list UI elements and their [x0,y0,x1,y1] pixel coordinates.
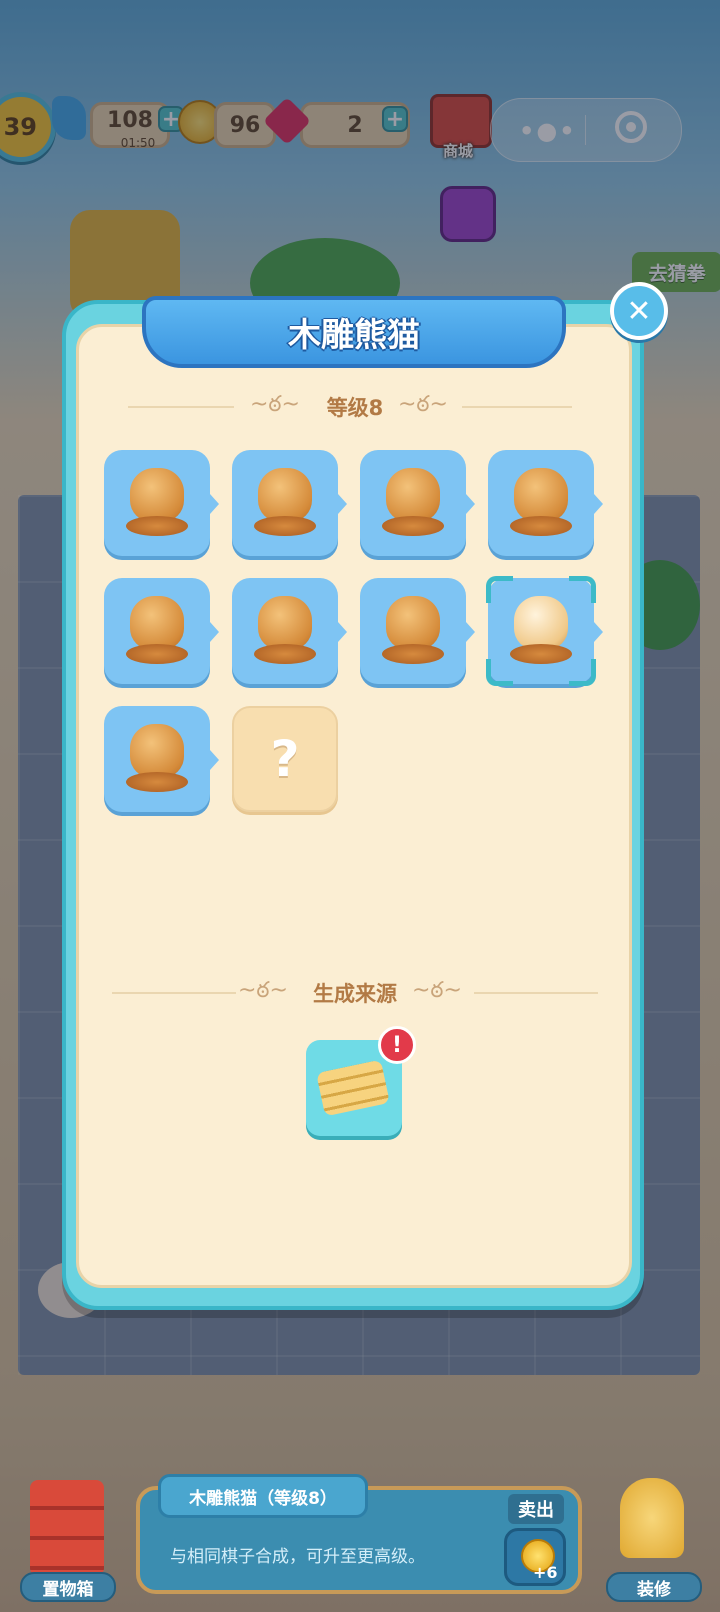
statue-base [126,516,188,536]
item-frog-statue[interactable] [104,450,219,556]
pig-statue-icon [514,468,568,522]
frog-statue-icon [130,468,184,522]
item-monkey-statue[interactable] [104,578,219,684]
level-heading: 等级8 [326,396,384,420]
storage-box-icon[interactable] [30,1480,104,1576]
statue-base [254,644,316,664]
divider-right [462,406,572,408]
panda-statue-icon [514,596,568,650]
swirl-ornament-right: ~ఠ~ [412,978,462,1003]
cat-statue-icon [258,468,312,522]
item-capybara-statue[interactable] [104,706,219,812]
divider-right [474,992,598,994]
statue-base [126,644,188,664]
item-panda-statue-selected[interactable] [486,576,603,686]
storage-label[interactable]: 置物箱 [20,1572,116,1602]
close-icon: ✕ [626,293,652,329]
modal-title: 木雕熊猫 [142,296,566,368]
divider-left [128,406,234,408]
selection-corner [486,576,513,603]
item-dolphin-statue[interactable] [232,578,347,684]
capybara-statue-icon [130,724,184,778]
statue-base [126,772,188,792]
swirl-ornament-left: ~ఠ~ [238,978,288,1003]
decorate-icon[interactable] [620,1478,684,1558]
item-name-tab: 木雕熊猫（等级8） [158,1474,368,1518]
wood-planks-icon [316,1059,390,1117]
item-pangolin-statue[interactable] [360,578,475,684]
question-mark-icon: ? [270,730,300,788]
monkey-statue-icon [130,596,184,650]
fox-statue-icon [386,468,440,522]
divider-left [112,992,236,994]
dolphin-statue-icon [258,596,312,650]
decorate-label[interactable]: 装修 [606,1572,702,1602]
alert-badge: ! [378,1026,416,1064]
merge-hint: 与相同棋子合成，可升至更高级。 [170,1547,425,1567]
selection-corner [569,576,596,603]
statue-base [382,644,444,664]
sell-value: +6 [533,1563,558,1582]
item-fox-statue[interactable] [360,450,475,556]
selection-corner [569,659,596,686]
close-modal-button[interactable]: ✕ [610,282,668,340]
sell-label: 卖出 [508,1494,564,1524]
item-cat-statue[interactable] [232,450,347,556]
source-heading: 生成来源 [313,982,397,1006]
swirl-ornament-left: ~ఠ~ [250,392,300,417]
item-locked[interactable]: ? [232,706,338,812]
sell-button[interactable]: +6 [504,1528,566,1586]
statue-base [510,516,572,536]
item-pig-statue[interactable] [488,450,603,556]
selection-corner [486,659,513,686]
pangolin-statue-icon [386,596,440,650]
statue-base [254,516,316,536]
statue-base [382,516,444,536]
statue-base [510,644,572,664]
